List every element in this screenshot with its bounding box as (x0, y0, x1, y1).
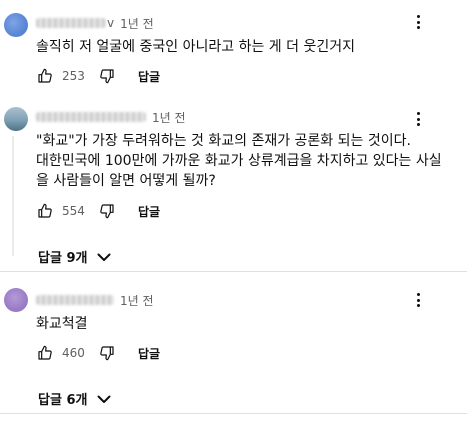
thumbs-down-icon[interactable] (98, 202, 116, 220)
comment-meta: 1년 전 (36, 109, 186, 125)
avatar[interactable] (4, 13, 28, 37)
username-suffix: v (107, 16, 115, 30)
thumbs-up-icon[interactable] (36, 67, 54, 85)
comment-time[interactable]: 1년 전 (120, 15, 154, 32)
reply-button[interactable]: 답글 (138, 345, 160, 362)
chevron-down-icon (97, 253, 111, 261)
comment-actions: 554 답글 (36, 201, 160, 221)
comment-actions: 253 답글 (36, 66, 160, 86)
reply-button[interactable]: 답글 (138, 68, 160, 85)
like-count: 253 (62, 69, 85, 83)
comment-time[interactable]: 1년 전 (120, 292, 154, 309)
more-actions-button[interactable] (413, 13, 423, 31)
avatar[interactable] (4, 288, 28, 312)
like-count: 460 (62, 346, 85, 360)
like-count: 554 (62, 204, 85, 218)
comment-actions: 460 답글 (36, 343, 160, 363)
comment-text: 솔직히 저 얼굴에 중국인 아니라고 하는 게 더 웃긴거지 (36, 39, 355, 55)
comment-text: "화교"가 가장 두려워하는 것 화교의 존재가 공론화 되는 것이다. 대한민… (36, 133, 442, 189)
blurred-username[interactable] (36, 112, 146, 122)
thumbs-down-icon[interactable] (98, 344, 116, 362)
avatar[interactable] (4, 107, 28, 131)
comment-meta: v 1년 전 (36, 15, 154, 31)
blurred-username[interactable] (36, 295, 114, 305)
separator (0, 413, 467, 414)
thumbs-up-icon[interactable] (36, 202, 54, 220)
reply-button[interactable]: 답글 (138, 203, 160, 220)
more-vertical-icon (416, 15, 420, 18)
blurred-username[interactable] (36, 18, 106, 28)
comment-time[interactable]: 1년 전 (152, 109, 186, 126)
separator (0, 271, 467, 272)
chevron-down-icon (97, 395, 111, 403)
comment-meta: 1년 전 (36, 292, 154, 308)
view-replies-button[interactable]: 답글 6개 (38, 389, 111, 408)
view-replies-button[interactable]: 답글 9개 (38, 247, 111, 266)
thumbs-down-icon[interactable] (98, 67, 116, 85)
thread-line (12, 136, 14, 256)
more-actions-button[interactable] (413, 291, 423, 309)
more-vertical-icon (416, 293, 420, 296)
more-vertical-icon (416, 112, 420, 115)
more-actions-button[interactable] (413, 110, 423, 128)
thumbs-up-icon[interactable] (36, 344, 54, 362)
comment-text: 화교척결 (36, 316, 88, 332)
